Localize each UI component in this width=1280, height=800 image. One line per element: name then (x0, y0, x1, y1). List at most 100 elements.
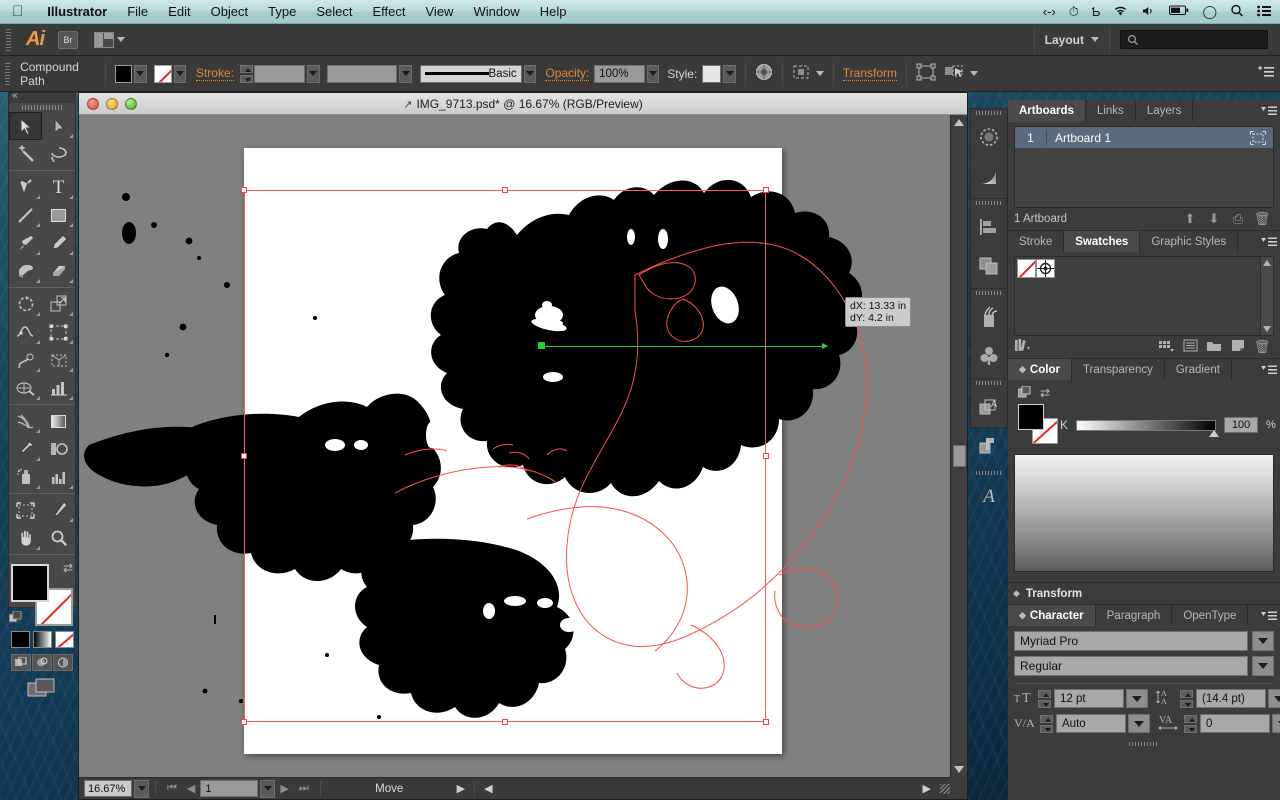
color-mode-icon[interactable] (10, 631, 30, 648)
tab-stroke[interactable]: Stroke (1008, 231, 1065, 252)
rotate-tool[interactable] (9, 290, 42, 318)
tools-collapse-button[interactable] (9, 90, 75, 103)
eraser-tool[interactable] (42, 257, 75, 285)
fill-stroke-proxy-icon[interactable] (1017, 385, 1032, 404)
gradient-mode-icon[interactable] (32, 631, 52, 648)
swatches-grid[interactable] (1014, 256, 1274, 336)
kerning-stepper[interactable] (1040, 714, 1053, 733)
graphic-style-swatch[interactable] (702, 64, 722, 83)
gradient-tool[interactable] (42, 407, 75, 435)
zoom-tool[interactable] (42, 524, 75, 552)
selection-bounding-box[interactable] (244, 190, 766, 722)
menu-item-illustrator[interactable]: Illustrator (37, 0, 117, 24)
recolor-artwork-icon[interactable] (755, 63, 773, 84)
selection-handle[interactable] (763, 187, 769, 193)
kerning-field[interactable]: Auto (1056, 714, 1126, 733)
time-machine-icon[interactable]: ⏱ (1069, 5, 1079, 18)
artboard-options-icon[interactable] (1243, 130, 1273, 145)
artboard-list-item[interactable]: 1 Artboard 1 (1015, 127, 1273, 148)
move-down-icon[interactable]: ⬇ (1202, 211, 1226, 227)
menu-item-select[interactable]: Select (306, 0, 362, 24)
canvas-area[interactable]: dX: 13.33 in dY: 4.2 in (79, 115, 950, 777)
tracking-stepper[interactable] (1184, 714, 1197, 733)
panel-menu-icon[interactable] (1258, 100, 1280, 122)
color-channel-slider[interactable] (1076, 419, 1220, 437)
dock-grip[interactable] (971, 289, 1007, 297)
tab-opentype[interactable]: OpenType (1172, 605, 1249, 626)
shape-builder-tool[interactable] (9, 346, 42, 374)
controlbar-grip[interactable] (4, 62, 12, 85)
new-swatch-icon[interactable] (1226, 339, 1250, 355)
canvas-vertical-scrollbar[interactable] (950, 115, 967, 777)
bluetooth-icon[interactable]: Ƅ (1092, 5, 1101, 18)
menu-item-object[interactable]: Object (201, 0, 259, 24)
stroke-label[interactable]: Stroke: (195, 66, 234, 81)
scroll-down-arrow[interactable] (954, 766, 964, 773)
new-artboard-icon[interactable]: ⎙ (1226, 211, 1250, 227)
tab-layers[interactable]: Layers (1135, 100, 1194, 122)
font-style-dropdown[interactable] (1252, 656, 1274, 676)
selection-tool[interactable] (9, 112, 42, 140)
chevron-down-icon[interactable] (970, 71, 978, 76)
stroke-dropdown[interactable] (174, 64, 187, 83)
stroke-color-swatch[interactable] (154, 64, 173, 83)
panel-menu-icon[interactable] (1258, 359, 1280, 380)
panel-menu-icon[interactable] (1258, 231, 1280, 252)
brush-definition-field[interactable]: Basic (419, 64, 522, 83)
bridge-button[interactable]: Br (58, 30, 78, 49)
hscroll-left-arrow[interactable]: ◀ (479, 782, 497, 795)
swap-fill-stroke-icon[interactable]: ⇄ (63, 561, 73, 575)
zoom-level-dropdown[interactable] (134, 779, 149, 798)
selection-handle[interactable] (241, 453, 247, 459)
swap-color-icon[interactable]: ⇄ (1040, 386, 1050, 404)
swatches-scrollbar[interactable] (1260, 257, 1273, 335)
gradient-panel-icon[interactable] (971, 156, 1007, 195)
tab-swatches[interactable]: Swatches (1064, 231, 1141, 252)
symbols-library-icon[interactable] (971, 336, 1007, 375)
opacity-dropdown[interactable] (647, 64, 660, 83)
apple-icon[interactable]:  (12, 4, 23, 19)
lasso-tool[interactable] (42, 140, 75, 168)
color-spectrum-strip[interactable] (1014, 454, 1274, 572)
tab-transparency[interactable]: Transparency (1071, 359, 1165, 380)
graphic-styles-panel-icon[interactable] (971, 426, 1007, 465)
mesh-tool[interactable] (9, 374, 42, 402)
draw-inside-icon[interactable] (53, 654, 73, 671)
tab-paragraph[interactable]: Paragraph (1095, 605, 1173, 626)
tracking-field[interactable]: 0 (1200, 714, 1270, 733)
tab-links[interactable]: Links (1085, 100, 1136, 122)
pencil-tool[interactable] (42, 229, 75, 257)
paintbrush-tool[interactable] (9, 229, 42, 257)
selection-handle[interactable] (502, 719, 508, 725)
symbol-sprayer-alt-tool[interactable] (9, 463, 42, 491)
clock-icon[interactable]: ◯ (1202, 5, 1217, 18)
arrows-icon[interactable]: ‹-› (1043, 5, 1056, 18)
stroke-profile-field[interactable] (327, 64, 398, 83)
menu-item-edit[interactable]: Edit (158, 0, 200, 24)
menu-item-window[interactable]: Window (463, 0, 529, 24)
artboard-name[interactable]: Artboard 1 (1047, 131, 1243, 145)
search-input[interactable] (1120, 30, 1268, 49)
panel-collapse-icon[interactable]: ◆ (1008, 588, 1020, 599)
dock-grip[interactable] (971, 469, 1007, 477)
stroke-weight-dropdown[interactable] (307, 64, 320, 83)
page-number-field[interactable]: 1 (200, 780, 259, 797)
appbar-grip[interactable] (4, 28, 13, 51)
selection-handle[interactable] (763, 719, 769, 725)
symbols-icon[interactable] (971, 297, 1007, 336)
panel-collapse-icon[interactable]: ◆ (1019, 610, 1030, 621)
notification-center-icon[interactable] (1257, 5, 1272, 19)
first-page-icon[interactable]: ⏮ (162, 782, 182, 795)
leading-stepper[interactable] (1180, 689, 1193, 708)
menu-item-view[interactable]: View (416, 0, 464, 24)
free-transform-tool[interactable] (42, 318, 75, 346)
arrange-documents-button[interactable] (94, 31, 125, 48)
menu-item-type[interactable]: Type (258, 0, 306, 24)
selection-handle[interactable] (763, 453, 769, 459)
fill-proxy-swatch[interactable] (1018, 404, 1044, 430)
volume-icon[interactable] (1141, 5, 1156, 19)
width-tool[interactable] (9, 318, 42, 346)
color-channel-value[interactable]: 100 (1224, 417, 1259, 433)
type-tool[interactable]: T (42, 173, 75, 201)
hand-tool[interactable] (9, 524, 42, 552)
